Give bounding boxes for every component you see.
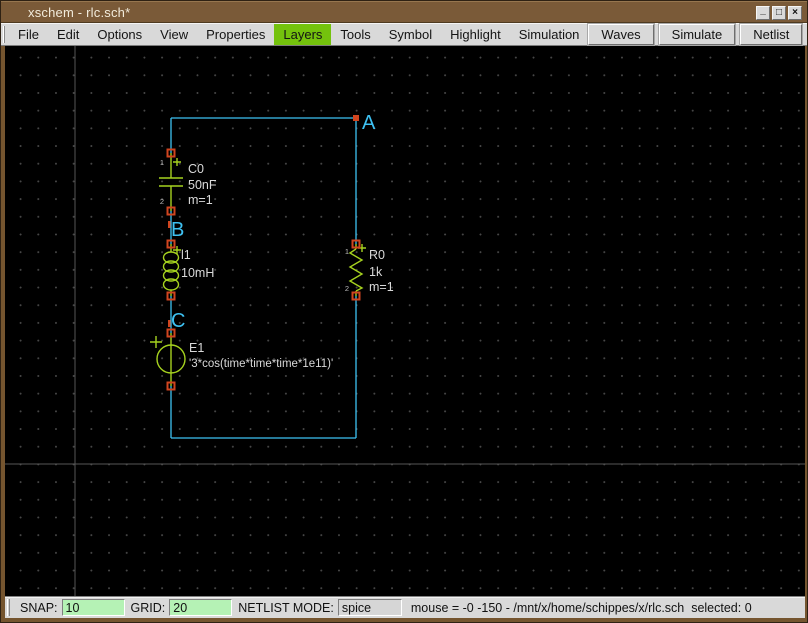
resistor-symbol[interactable]: 1 2 R0 1k m=1: [345, 239, 394, 301]
menu-file[interactable]: File: [9, 24, 48, 45]
netlist-mode-label: NETLIST MODE:: [238, 600, 334, 615]
close-icon[interactable]: ×: [788, 6, 802, 20]
menu-edit[interactable]: Edit: [48, 24, 88, 45]
grid-input[interactable]: 20: [169, 599, 233, 616]
pin-number: 1: [160, 158, 164, 167]
simulate-button[interactable]: Simulate: [657, 22, 737, 46]
menu-symbol[interactable]: Symbol: [380, 24, 441, 45]
capacitor-mult[interactable]: m=1: [188, 193, 213, 207]
menu-properties[interactable]: Properties: [197, 24, 274, 45]
pin-number: 2: [160, 197, 164, 206]
netlist-button[interactable]: Netlist: [739, 22, 804, 46]
node-label-a[interactable]: A: [362, 112, 376, 134]
source-body: [150, 333, 186, 386]
wire-endpoint-marker: [353, 115, 359, 121]
pin-number: 2: [345, 284, 349, 293]
maximize-icon[interactable]: □: [772, 6, 786, 20]
capacitor-symbol[interactable]: 1 2 C0 50nF m=1: [159, 148, 217, 216]
window-title: xschem - rlc.sch*: [28, 4, 131, 20]
mouse-status-text: mouse = -0 -150 - /mnt/x/home/schippes/x…: [410, 600, 752, 615]
waves-button[interactable]: Waves: [587, 22, 655, 46]
menubar-gripper[interactable]: [3, 25, 5, 43]
menu-options[interactable]: Options: [88, 24, 151, 45]
minimize-icon[interactable]: _: [756, 6, 770, 20]
source-value[interactable]: '3*cos(time*time*time*1e11)': [189, 358, 333, 370]
netlist-mode-input[interactable]: spice: [337, 599, 402, 616]
source-name[interactable]: E1: [189, 341, 204, 355]
node-label-b[interactable]: B: [171, 219, 184, 241]
capacitor-value[interactable]: 50nF: [188, 178, 217, 192]
inductor-symbol[interactable]: l1 10mH: [162, 239, 215, 301]
inductor-value[interactable]: 10mH: [181, 266, 214, 280]
voltage-source-symbol[interactable]: E1 '3*cos(time*time*time*1e11)': [150, 328, 333, 391]
snap-label: SNAP:: [20, 600, 58, 615]
snap-input[interactable]: 10: [61, 599, 125, 616]
statusbar-gripper[interactable]: [7, 599, 10, 616]
inductor-body: [162, 244, 181, 296]
resistor-name[interactable]: R0: [369, 248, 385, 262]
schematic-canvas[interactable]: 1 2 C0 50nF m=1 l1 10mH E1 '3*cos(time*t…: [5, 46, 805, 596]
grid-label: GRID:: [130, 600, 166, 615]
node-label-c[interactable]: C: [171, 310, 185, 332]
window-controls: _ □ ×: [756, 6, 802, 20]
menu-tools[interactable]: Tools: [331, 24, 379, 45]
inductor-name[interactable]: l1: [181, 248, 191, 262]
plus-mark: [150, 336, 162, 348]
capacitor-name[interactable]: C0: [188, 162, 204, 176]
status-bar: SNAP: 10 GRID: 20 NETLIST MODE: spice mo…: [5, 596, 805, 618]
plus-mark: [173, 158, 181, 166]
menu-highlight[interactable]: Highlight: [441, 24, 510, 45]
menu-layers[interactable]: Layers: [274, 23, 332, 45]
menu-view[interactable]: View: [151, 24, 197, 45]
menu-bar: File Edit Options View Properties Layers…: [1, 22, 807, 46]
xschem-window: xschem - rlc.sch* _ □ × File Edit Option…: [0, 0, 808, 623]
resistor-body: [348, 244, 366, 296]
resistor-mult[interactable]: m=1: [369, 280, 394, 294]
pin-number: 1: [345, 247, 349, 256]
menu-simulation[interactable]: Simulation: [510, 24, 589, 45]
title-bar[interactable]: xschem - rlc.sch* _ □ ×: [1, 1, 807, 23]
resistor-value[interactable]: 1k: [369, 265, 383, 279]
